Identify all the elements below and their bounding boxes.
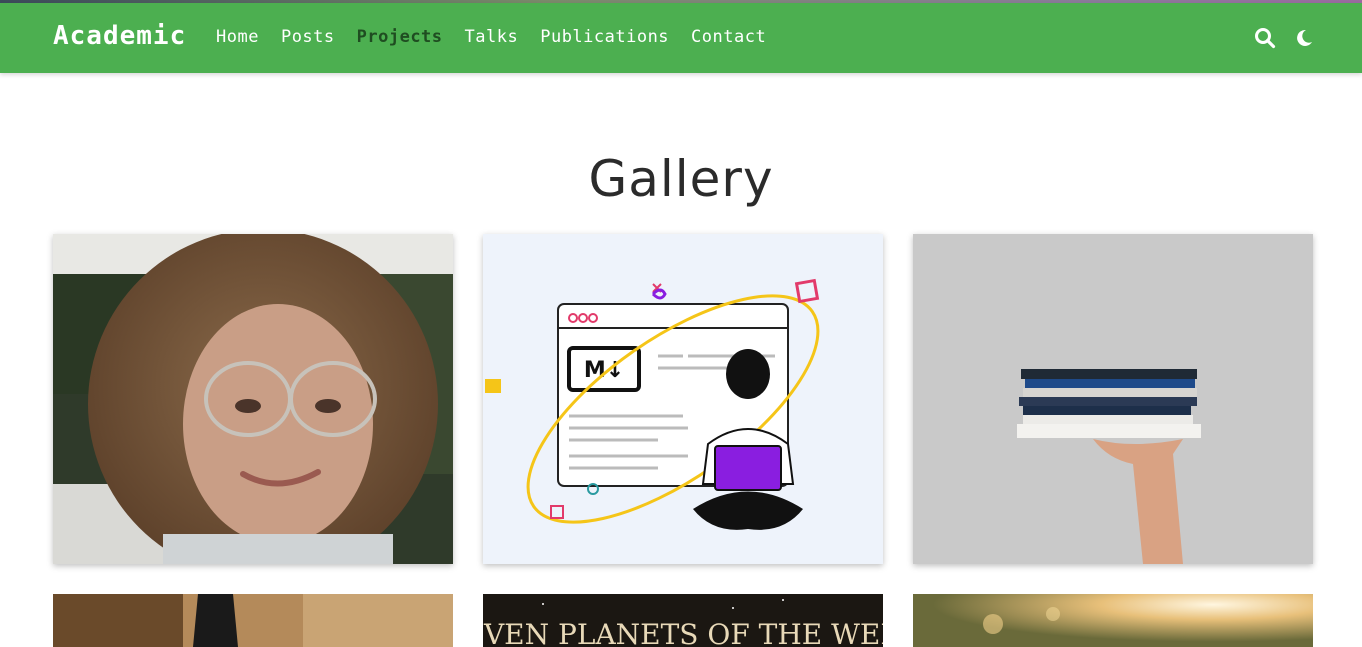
gallery-image-books[interactable] [913, 234, 1313, 564]
page-title: Gallery [588, 150, 774, 208]
nav-home[interactable]: Home [216, 27, 259, 47]
nav-contact[interactable]: Contact [691, 27, 766, 47]
search-icon[interactable] [1254, 27, 1276, 49]
nav-publications[interactable]: Publications [540, 27, 669, 47]
nav-talks[interactable]: Talks [465, 27, 519, 47]
gallery-image-portrait[interactable] [53, 234, 453, 564]
moon-icon[interactable] [1293, 27, 1315, 49]
gallery-image-object[interactable] [53, 594, 453, 647]
planets-caption: SEVEN PLANETS OF THE WEEK [483, 618, 883, 647]
gallery-image-markdown[interactable]: M↓ [483, 234, 883, 564]
gallery-image-planets[interactable]: SEVEN PLANETS OF THE WEEK [483, 594, 883, 647]
nav-projects[interactable]: Projects [357, 27, 443, 47]
nav-posts[interactable]: Posts [281, 27, 335, 47]
brand-logo[interactable]: Academic [53, 21, 186, 51]
navbar: Academic Home Posts Projects Talks Publi… [0, 3, 1362, 73]
gallery-image-sunlight[interactable] [913, 594, 1313, 647]
nav-menu: Home Posts Projects Talks Publications C… [216, 27, 788, 47]
